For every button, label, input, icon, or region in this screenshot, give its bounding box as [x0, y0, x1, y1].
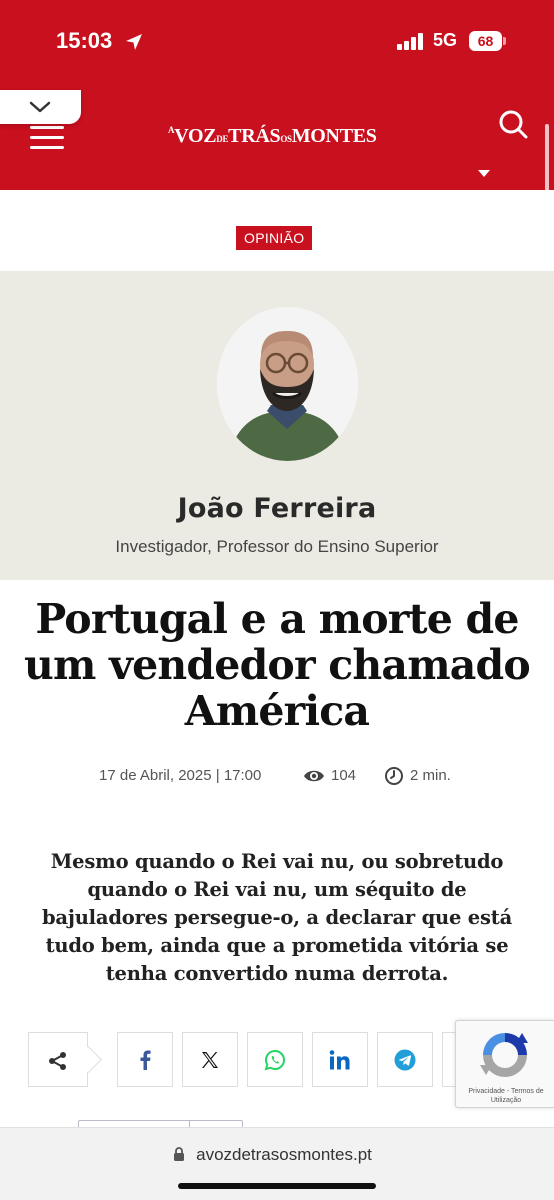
battery-level: 68	[469, 31, 502, 51]
location-arrow-icon	[126, 34, 142, 50]
read-time: 2 min.	[410, 767, 451, 784]
article-date: 17 de Abril, 2025 | 17:00	[99, 767, 262, 784]
share-linkedin-button[interactable]	[312, 1032, 368, 1087]
url-text[interactable]: avozdetrasosmontes.pt	[0, 1145, 554, 1165]
status-bar: 15:03 5G 68	[0, 0, 554, 84]
author-name[interactable]: João Ferreira	[0, 493, 554, 524]
collapse-toolbar-button[interactable]	[0, 90, 81, 124]
category-badge[interactable]: OPINIÃO	[236, 226, 313, 250]
browser-url-bar[interactable]: avozdetrasosmontes.pt	[0, 1127, 554, 1200]
article-lead: Mesmo quando o Rei vai nu, ou sobretudo …	[41, 850, 513, 985]
chevron-down-icon	[29, 101, 51, 113]
author-section: João Ferreira Investigador, Professor do…	[0, 271, 554, 580]
x-icon	[202, 1051, 218, 1068]
scrollbar[interactable]	[545, 124, 549, 196]
linkedin-icon	[329, 1049, 350, 1069]
clock-icon	[385, 767, 403, 785]
battery-icon: 68	[469, 31, 506, 51]
share-whatsapp-button[interactable]	[247, 1032, 303, 1087]
recaptcha-icon	[480, 1033, 528, 1077]
search-icon[interactable]	[497, 108, 529, 140]
facebook-icon	[140, 1050, 151, 1070]
network-type: 5G	[433, 30, 458, 50]
author-avatar	[217, 307, 358, 461]
telegram-icon	[394, 1049, 416, 1070]
eye-icon	[304, 770, 324, 782]
home-indicator[interactable]	[178, 1183, 376, 1189]
status-time: 15:03	[56, 28, 113, 53]
recaptcha-links[interactable]: Privacidade - Termos de Utilização	[456, 1087, 554, 1105]
share-telegram-button[interactable]	[377, 1032, 433, 1087]
url-domain[interactable]: avozdetrasosmontes.pt	[182, 1145, 372, 1164]
whatsapp-icon	[264, 1049, 285, 1070]
signal-icon	[397, 32, 425, 50]
share-icon	[49, 1052, 66, 1070]
share-x-button[interactable]	[182, 1032, 238, 1087]
menu-icon[interactable]	[30, 124, 66, 150]
recaptcha-badge[interactable]: Privacidade - Termos de Utilização	[455, 1020, 554, 1108]
share-toggle-button[interactable]	[28, 1032, 88, 1087]
author-role: Investigador, Professor do Ensino Superi…	[115, 537, 439, 556]
dropdown-caret-icon[interactable]	[478, 170, 490, 177]
share-facebook-button[interactable]	[117, 1032, 173, 1087]
views-count: 104	[331, 767, 357, 784]
site-header: AVOZDETRÁSOSMONTES	[0, 84, 554, 196]
article-meta: 17 de Abril, 2025 | 17:00 104 2 min.	[0, 766, 554, 788]
site-logo[interactable]: AVOZDETRÁSOSMONTES	[168, 125, 388, 153]
article-title: Portugal e a morte de um vendedor chamad…	[24, 595, 531, 735]
